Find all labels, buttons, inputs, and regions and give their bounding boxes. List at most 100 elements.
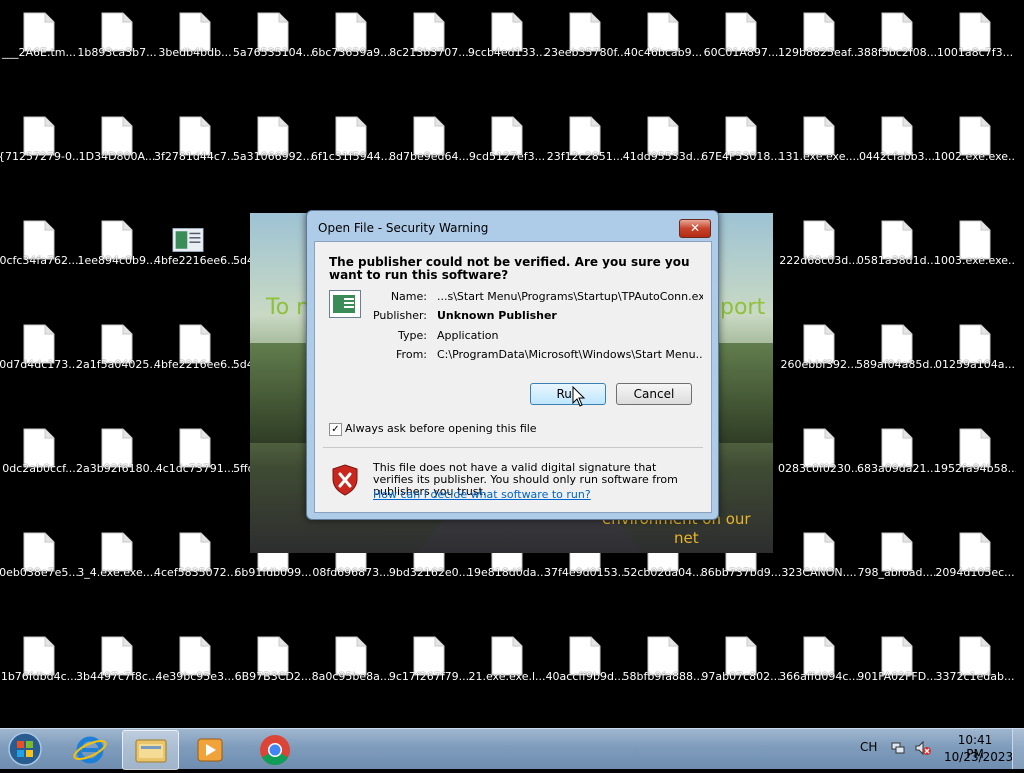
desktop-file-icon[interactable]: 1952fa94b58...	[934, 416, 1016, 486]
desktop-file-icon[interactable]: 323CANON....	[780, 520, 858, 590]
desktop-file-icon[interactable]: 0581a38d1d...	[857, 208, 937, 278]
desktop-file-icon[interactable]: 1b76fdbd4c...	[0, 624, 78, 694]
dialog-titlebar[interactable]: Open File - Security Warning ✕	[307, 211, 718, 241]
desktop-file-label: 0cfc34fa762...	[0, 254, 79, 267]
desktop-file-icon[interactable]: 9cd5127ef3...	[468, 104, 546, 174]
desktop-file-icon[interactable]: 798_abroad....	[858, 520, 936, 590]
desktop-file-icon[interactable]: 40c46bcab9...	[624, 0, 702, 70]
start-button[interactable]	[0, 730, 50, 768]
network-icon[interactable]	[890, 740, 906, 756]
desktop-file-label: 4bfe2216ee6...	[154, 358, 236, 371]
desktop-file-icon[interactable]: 23eeb35780f...	[544, 0, 626, 70]
desktop-file-icon[interactable]: 0d7d4dc173...	[0, 312, 79, 382]
desktop-file-icon[interactable]: 901FA02FFD...	[857, 624, 937, 694]
desktop-file-label: 683a09da21...	[857, 462, 937, 475]
desktop-file-icon[interactable]: ___2A6E.tm...	[0, 0, 78, 70]
desktop-file-icon[interactable]: {71257279-0...	[0, 104, 80, 174]
desktop-file-icon[interactable]: 1b893ca3b7...	[77, 0, 157, 70]
separator	[323, 447, 703, 448]
desktop-file-icon[interactable]: 2094d105ec...	[935, 520, 1015, 590]
cancel-button[interactable]: Cancel	[616, 383, 692, 405]
close-icon: ✕	[689, 221, 701, 235]
desktop-file-icon[interactable]: 3_4.exe.exe....	[77, 520, 157, 590]
always-ask-checkbox[interactable]: ✓	[329, 423, 342, 436]
desktop-file-icon[interactable]: 0dc2ab0ccf...	[0, 416, 78, 486]
field-name-label: Name:	[390, 290, 427, 303]
desktop-file-icon[interactable]: 3372c1edab...	[935, 624, 1015, 694]
desktop-file-icon[interactable]: 129b8825eaf...	[778, 0, 860, 70]
desktop-file-icon[interactable]: 4c1dc73791...	[156, 416, 234, 486]
desktop-file-label: 23f12c2851...	[546, 150, 624, 163]
desktop-file-icon[interactable]: 3b4497c7f8c...	[76, 624, 158, 694]
desktop-file-label: 1ee894c0b9...	[77, 254, 157, 267]
desktop-file-icon[interactable]: 67E4F53018...	[701, 104, 781, 174]
desktop-file-icon[interactable]: 1002.exe.exe...	[934, 104, 1016, 174]
language-indicator[interactable]: CH	[860, 740, 877, 754]
desktop-file-icon[interactable]: 0cfc34fa762...	[0, 208, 79, 278]
desktop-file-label: 1b893ca3b7...	[77, 46, 157, 59]
desktop-file-label: 6b91fdb099...	[234, 566, 312, 579]
start-orb-icon	[8, 732, 42, 766]
desktop-file-icon[interactable]: 6bc73659a9...	[311, 0, 391, 70]
run-button[interactable]: Run	[530, 383, 606, 405]
clock-date[interactable]: 10/23/2023	[944, 750, 1013, 764]
taskbar-chrome[interactable]	[247, 730, 302, 768]
desktop-file-icon[interactable]: 21.exe.exe.l...	[468, 624, 546, 694]
desktop-file-icon[interactable]: 589af04a85d...	[856, 312, 938, 382]
desktop-file-icon[interactable]: 8d7be9ed64...	[389, 104, 469, 174]
desktop-file-icon[interactable]: 4e39bc95e3...	[155, 624, 235, 694]
desktop-file-label: 8c213b3707...	[389, 46, 469, 59]
desktop-file-icon[interactable]: 366affd094c...	[779, 624, 859, 694]
desktop-file-icon[interactable]: 4cef5835072...	[154, 520, 236, 590]
desktop-file-icon[interactable]: 683a09da21...	[857, 416, 937, 486]
taskbar-media-player[interactable]	[182, 730, 237, 768]
desktop-file-icon[interactable]: 1ee894c0b9...	[77, 208, 157, 278]
desktop-file-icon[interactable]: 6B97B3CD2...	[234, 624, 312, 694]
desktop-file-label: 86bb737bd9...	[700, 566, 782, 579]
desktop-file-icon[interactable]: 5a31066992...	[233, 104, 313, 174]
desktop-file-icon[interactable]: 23f12c2851...	[546, 104, 624, 174]
desktop-file-icon[interactable]: 222d68c03d...	[779, 208, 859, 278]
desktop-file-icon[interactable]: 0283c0f0230...	[778, 416, 860, 486]
desktop-file-icon[interactable]: 5a76535104...	[233, 0, 313, 70]
desktop-file-icon[interactable]: 97ab07c802...	[701, 624, 781, 694]
taskbar-internet-explorer[interactable]	[62, 730, 117, 768]
desktop-file-icon[interactable]: 8a0c95be8a...	[312, 624, 390, 694]
dialog-title: Open File - Security Warning	[318, 221, 489, 235]
desktop-file-icon[interactable]: 4bfe2216ee6...	[154, 208, 236, 278]
desktop-file-icon[interactable]: 3f2781d44c7...	[154, 104, 236, 174]
desktop-file-label: 1001a8c7f3...	[936, 46, 1014, 59]
desktop-file-icon[interactable]: 131.exe.exe....	[778, 104, 860, 174]
desktop-file-icon[interactable]: 8c213b3707...	[389, 0, 469, 70]
desktop-file-icon[interactable]: 2a3b92f6180...	[76, 416, 158, 486]
desktop-file-icon[interactable]: 0eb038e7e5...	[0, 520, 79, 590]
desktop-file-label: 4c1dc73791...	[155, 462, 235, 475]
desktop-file-icon[interactable]: 9c17f267f79...	[389, 624, 469, 694]
desktop-file-icon[interactable]: 0442cfabb3...	[858, 104, 936, 174]
desktop-file-icon[interactable]: 2a1f5a04025...	[76, 312, 158, 382]
desktop-file-label: 52cb02da04...	[623, 566, 703, 579]
desktop-file-icon[interactable]: 4bfe2216ee6...	[154, 312, 236, 382]
always-ask-checkbox-row[interactable]: ✓ Always ask before opening this file	[329, 422, 689, 438]
desktop-file-icon[interactable]: 9ccb4ed133...	[468, 0, 546, 70]
desktop-file-icon[interactable]: 41dd95533d...	[623, 104, 703, 174]
desktop-file-icon[interactable]: 1001a8c7f3...	[936, 0, 1014, 70]
show-desktop-button[interactable]	[1012, 729, 1024, 769]
volume-muted-icon[interactable]	[914, 740, 932, 756]
desktop-file-icon[interactable]: 58bfb9fa888...	[623, 624, 703, 694]
desktop-file-icon[interactable]: 1D34D800A...	[78, 104, 156, 174]
desktop-file-label: 37f4e9d0153...	[544, 566, 626, 579]
desktop-file-icon[interactable]: 3bedb4bdb...	[156, 0, 234, 70]
desktop-file-icon[interactable]: 60C01A897...	[702, 0, 780, 70]
help-link[interactable]: How can I decide what software to run?	[373, 488, 591, 501]
desktop-file-icon[interactable]: 388f5bc2f08...	[857, 0, 937, 70]
close-button[interactable]: ✕	[679, 219, 711, 238]
desktop-file-icon[interactable]: 40accff9b9d...	[546, 624, 624, 694]
desktop-file-icon[interactable]: 6f1c31f5944...	[311, 104, 391, 174]
desktop-file-icon[interactable]: 1003.exe.exe...	[934, 208, 1016, 278]
taskbar-file-explorer[interactable]	[122, 730, 179, 770]
desktop-file-label: 1003.exe.exe...	[934, 254, 1016, 267]
desktop-file-icon[interactable]: 01259a104a...	[935, 312, 1015, 382]
field-publisher: Publisher: Unknown Publisher	[315, 309, 711, 325]
desktop-file-icon[interactable]: 260ebbf392...	[780, 312, 858, 382]
